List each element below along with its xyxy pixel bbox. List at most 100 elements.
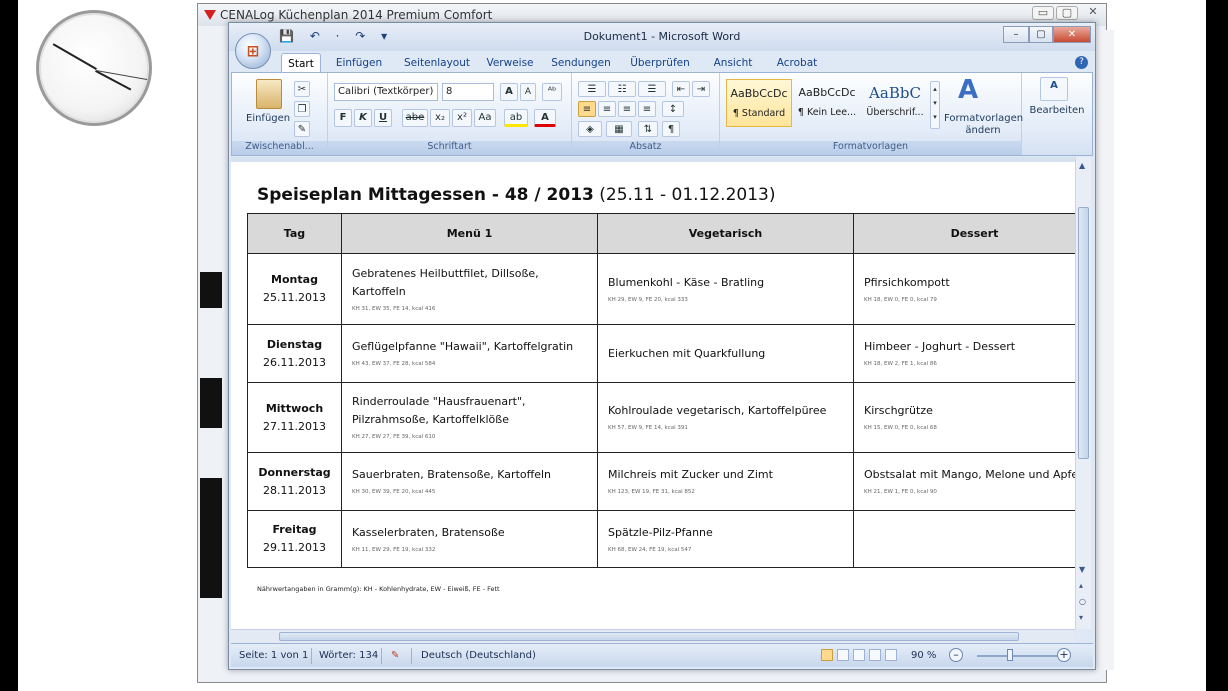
background-minimize-button[interactable]: ▭ [1032,6,1054,20]
sort-icon[interactable]: ⇅ [638,121,658,137]
align-right-icon[interactable]: ≡ [618,101,636,117]
scroll-down-icon[interactable]: ▼ [1079,565,1085,574]
tab-sendungen[interactable]: Sendungen [547,53,615,73]
paste-icon[interactable] [256,79,282,109]
day-cell[interactable]: Dienstag 26.11.2013 [247,324,342,383]
veg-cell[interactable]: Milchreis mit Zucker und Zimt KH 123, EW … [597,452,854,511]
document-area[interactable]: Speiseplan Mittagessen - 48 / 2013 (25.1… [231,157,1075,629]
font-size-combo[interactable]: 8 [442,83,494,101]
day-cell[interactable]: Freitag 29.11.2013 [247,510,342,568]
shrink-font-icon[interactable]: A [520,83,536,101]
align-left-icon[interactable]: ≡ [578,101,596,117]
style-standard[interactable]: AaBbCcDc ¶ Standard [726,79,792,127]
tab-verweise[interactable]: Verweise [483,53,537,73]
day-cell[interactable]: Montag 25.11.2013 [247,253,342,325]
clear-format-icon[interactable]: ᴬᵇ [542,83,562,101]
close-button[interactable]: ✕ [1053,26,1091,43]
proofing-icon[interactable]: ✎ [391,650,399,661]
draft-view-icon[interactable] [885,649,897,661]
subscript-button[interactable]: x₂ [430,109,450,127]
zoom-in-button[interactable]: + [1057,648,1071,662]
browse-object-icon[interactable]: ○ [1079,597,1086,606]
increase-indent-icon[interactable]: ⇥ [692,81,710,97]
tab-start[interactable]: Start [281,53,321,73]
numbering-icon[interactable]: ☷ [608,81,636,97]
highlight-icon[interactable]: ab [504,109,528,127]
paste-label[interactable]: Einfügen [246,113,290,124]
menu-cell[interactable]: Kasselerbraten, Bratensoße KH 11, EW 29, … [341,510,598,568]
tab-ueberpruefen[interactable]: Überprüfen [625,53,695,73]
tab-acrobat[interactable]: Acrobat [771,53,823,73]
font-name-combo[interactable]: Calibri (Textkörper) [334,83,438,101]
page-indicator[interactable]: Seite: 1 von 1 [239,650,308,661]
veg-cell[interactable]: Kohlroulade vegetarisch, Kartoffelpüree K… [597,382,854,453]
day-cell[interactable]: Donnerstag 28.11.2013 [247,452,342,511]
dessert-cell[interactable] [853,510,1075,568]
menu-cell[interactable]: Sauerbraten, Bratensoße, Kartoffeln KH 30… [341,452,598,511]
background-maximize-button[interactable]: ▢ [1056,6,1078,20]
dessert-cell[interactable]: Pfirsichkompott KH 18, EW 0, FE 0, kcal 7… [853,253,1075,325]
horizontal-scroll-thumb[interactable] [279,632,1019,641]
horizontal-scrollbar[interactable] [231,629,1075,643]
web-layout-view-icon[interactable] [853,649,865,661]
background-close-button[interactable]: ✕ [1082,6,1104,20]
print-layout-view-icon[interactable] [821,649,833,661]
multilevel-list-icon[interactable]: ☰ [638,81,666,97]
day-cell[interactable]: Mittwoch 27.11.2013 [247,382,342,453]
change-styles-icon[interactable]: A [958,75,978,105]
find-icon[interactable]: A [1040,77,1068,101]
zoom-level[interactable]: 90 % [911,650,936,661]
font-color-icon[interactable]: A [534,109,556,127]
pilcrow-icon[interactable]: ¶ [662,121,680,137]
italic-button[interactable]: K [354,109,372,127]
dessert-cell[interactable]: Obstsalat mit Mango, Melone und Apfe KH 2… [853,452,1075,511]
menu-cell[interactable]: Gebratenes Heilbuttfilet, Dillsoße, Kart… [341,253,598,325]
line-spacing-icon[interactable]: ↕ [662,101,684,117]
help-icon[interactable]: ? [1075,56,1088,69]
tab-seitenlayout[interactable]: Seitenlayout [399,53,475,73]
tab-einfuegen[interactable]: Einfügen [329,53,389,73]
borders-icon[interactable]: ▦ [606,121,632,137]
superscript-button[interactable]: x² [452,109,472,127]
styles-scroll-icon[interactable]: ▴ ▾ ▾ [930,81,940,129]
zoom-slider[interactable] [977,655,1057,657]
maximize-button[interactable]: ▢ [1029,26,1053,43]
copy-icon[interactable]: ❐ [294,101,310,117]
office-button[interactable]: ⊞ [235,33,271,69]
shading-icon[interactable]: ◈ [578,121,602,137]
menu-cell[interactable]: Rinderroulade "Hausfrauenart", Pilzrahms… [341,382,598,453]
change-case-button[interactable]: Aa [474,109,496,127]
underline-button[interactable]: U [374,109,392,127]
vertical-scrollbar[interactable]: ▲ ▼ ▴ ○ ▾ [1075,157,1091,629]
veg-cell[interactable]: Eierkuchen mit Quarkfullung [597,324,854,383]
format-painter-icon[interactable]: ✎ [294,121,310,137]
outline-view-icon[interactable] [869,649,881,661]
dessert-cell[interactable]: Kirschgrütze KH 15, EW 0, FE 0, kcal 68 [853,382,1075,453]
word-count[interactable]: Wörter: 134 [319,650,378,661]
change-styles-label[interactable]: Formatvorlagen ändern [944,113,1023,137]
veg-cell[interactable]: Blumenkohl - Käse - Bratling KH 29, EW 9,… [597,253,854,325]
language-indicator[interactable]: Deutsch (Deutschland) [421,650,536,661]
veg-cell[interactable]: Spätzle-Pilz-Pfanne KH 68, EW 24, FE 19, … [597,510,854,568]
justify-icon[interactable]: ≡ [638,101,656,117]
next-page-icon[interactable]: ▾ [1079,613,1083,622]
grow-font-icon[interactable]: A [500,83,518,101]
strikethrough-button[interactable]: abe [402,109,428,127]
word-window[interactable]: 💾 ↶ · ↷ ▾ Dokument1 - Microsoft Word – ▢… [228,22,1096,670]
full-screen-view-icon[interactable] [837,649,849,661]
bold-button[interactable]: F [334,109,352,127]
style-kein-leerraum[interactable]: AaBbCcDc ¶ Kein Lee... [794,79,860,127]
prev-page-icon[interactable]: ▴ [1079,581,1083,590]
style-ueberschrift[interactable]: AaBbC Überschrif... [862,79,928,127]
decrease-indent-icon[interactable]: ⇤ [672,81,690,97]
vertical-scroll-thumb[interactable] [1078,207,1089,459]
dessert-cell[interactable]: Himbeer - Joghurt - Dessert KH 18, EW 2, … [853,324,1075,383]
editing-label[interactable]: Bearbeiten [1026,105,1088,116]
menu-cell[interactable]: Geflügelpfanne "Hawaii", Kartoffelgratin… [341,324,598,383]
minimize-button[interactable]: – [1003,26,1029,43]
align-center-icon[interactable]: ≡ [598,101,616,117]
scroll-up-icon[interactable]: ▲ [1079,161,1085,170]
cut-icon[interactable]: ✂ [294,81,310,97]
bullets-icon[interactable]: ☰ [578,81,606,97]
zoom-slider-handle[interactable] [1007,649,1013,661]
